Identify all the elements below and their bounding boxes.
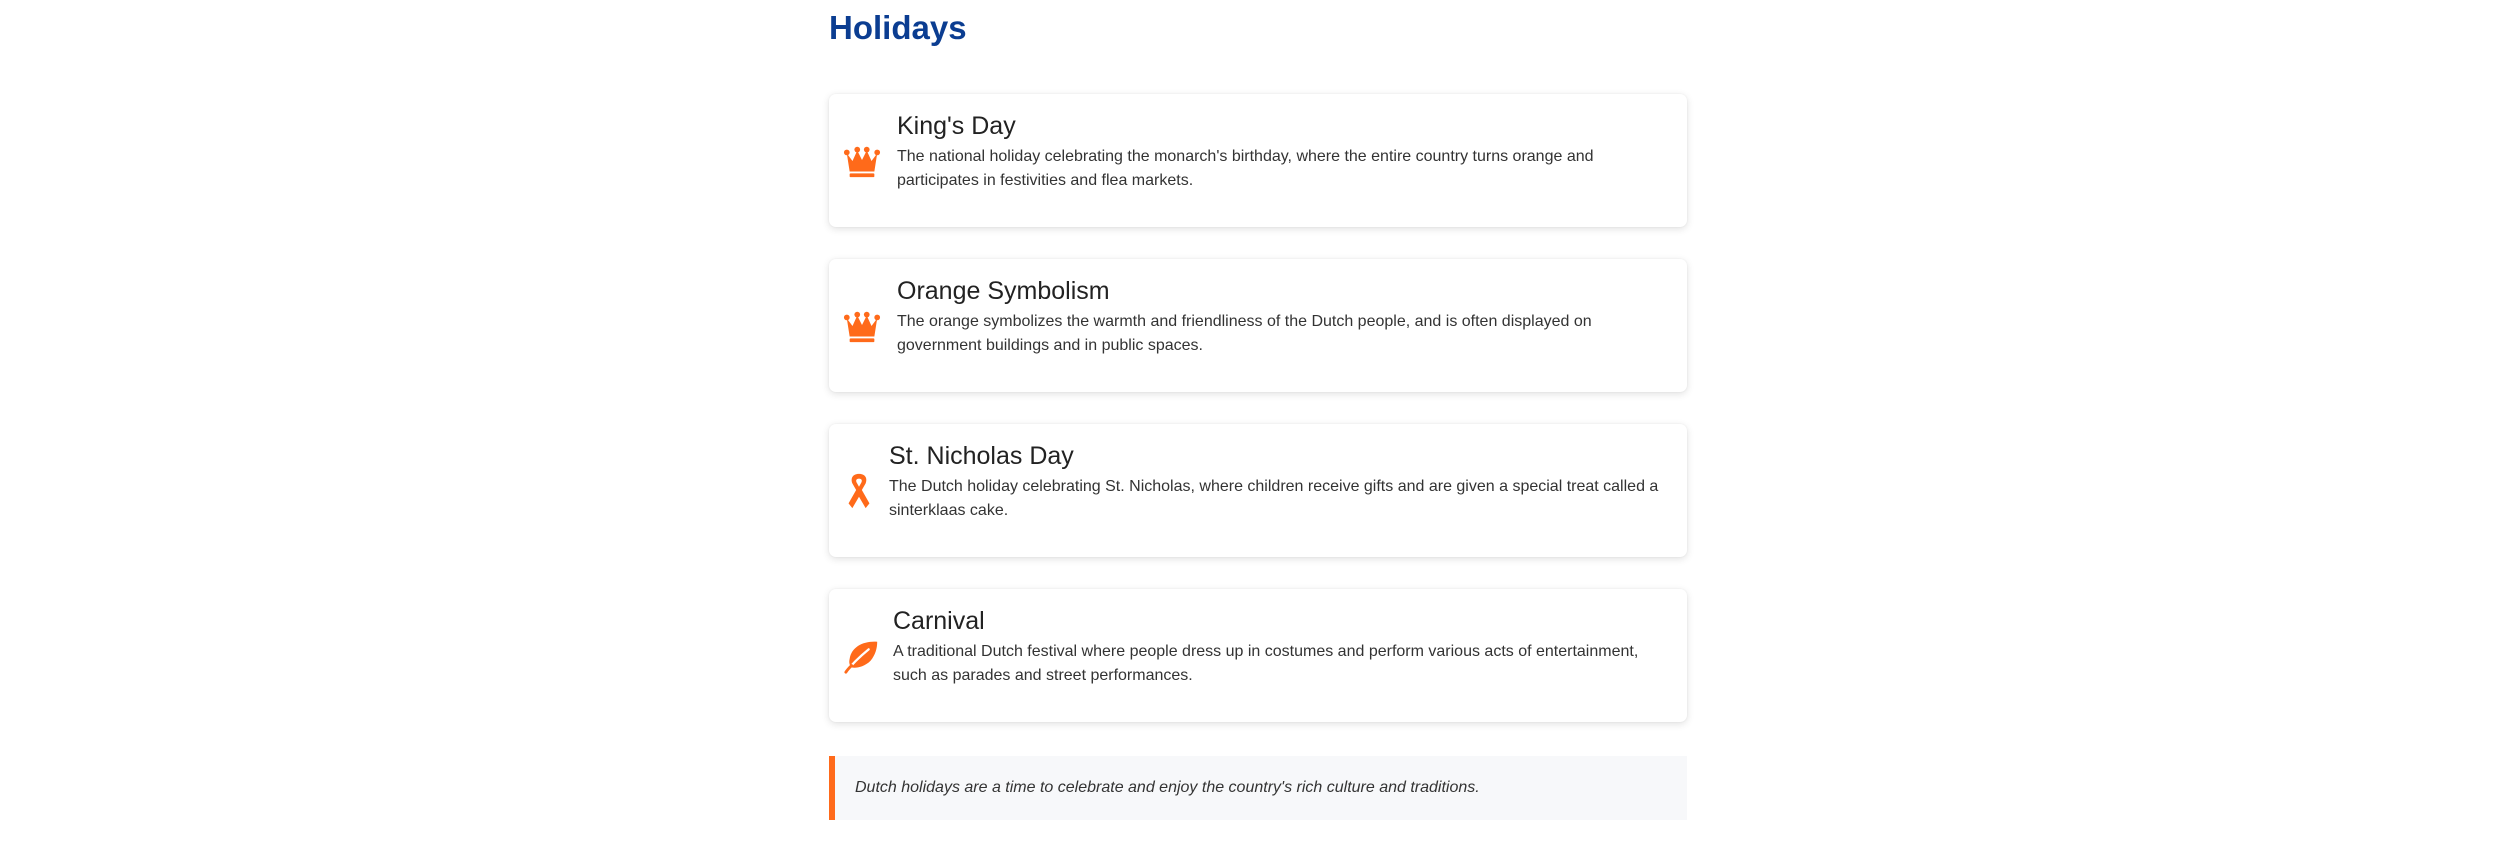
holiday-card-kings-day: King's Day The national holiday celebrat… bbox=[829, 94, 1687, 227]
holiday-card-orange-symbolism: Orange Symbolism The orange symbolizes t… bbox=[829, 259, 1687, 392]
holiday-description: A traditional Dutch festival where peopl… bbox=[893, 643, 1639, 684]
holiday-description: The Dutch holiday celebrating St. Nichol… bbox=[889, 478, 1659, 519]
crown-icon bbox=[843, 307, 881, 345]
holiday-description: The national holiday celebrating the mon… bbox=[897, 148, 1594, 189]
ribbon-icon bbox=[843, 472, 875, 510]
footer-note-text: Dutch holidays are a time to celebrate a… bbox=[855, 779, 1480, 796]
crown-icon bbox=[843, 142, 881, 180]
footer-note: Dutch holidays are a time to celebrate a… bbox=[829, 756, 1687, 820]
page-title: Holidays bbox=[829, 9, 967, 46]
leaf-icon bbox=[843, 637, 881, 675]
holiday-description: The orange symbolizes the warmth and fri… bbox=[897, 313, 1592, 354]
holiday-card-carnival: Carnival A traditional Dutch festival wh… bbox=[829, 589, 1687, 722]
holiday-title: Orange Symbolism bbox=[897, 277, 1110, 305]
holiday-title: King's Day bbox=[897, 112, 1016, 140]
holiday-title: St. Nicholas Day bbox=[889, 442, 1074, 470]
holiday-title: Carnival bbox=[893, 607, 985, 635]
holiday-card-st-nicholas-day: St. Nicholas Day The Dutch holiday celeb… bbox=[829, 424, 1687, 557]
